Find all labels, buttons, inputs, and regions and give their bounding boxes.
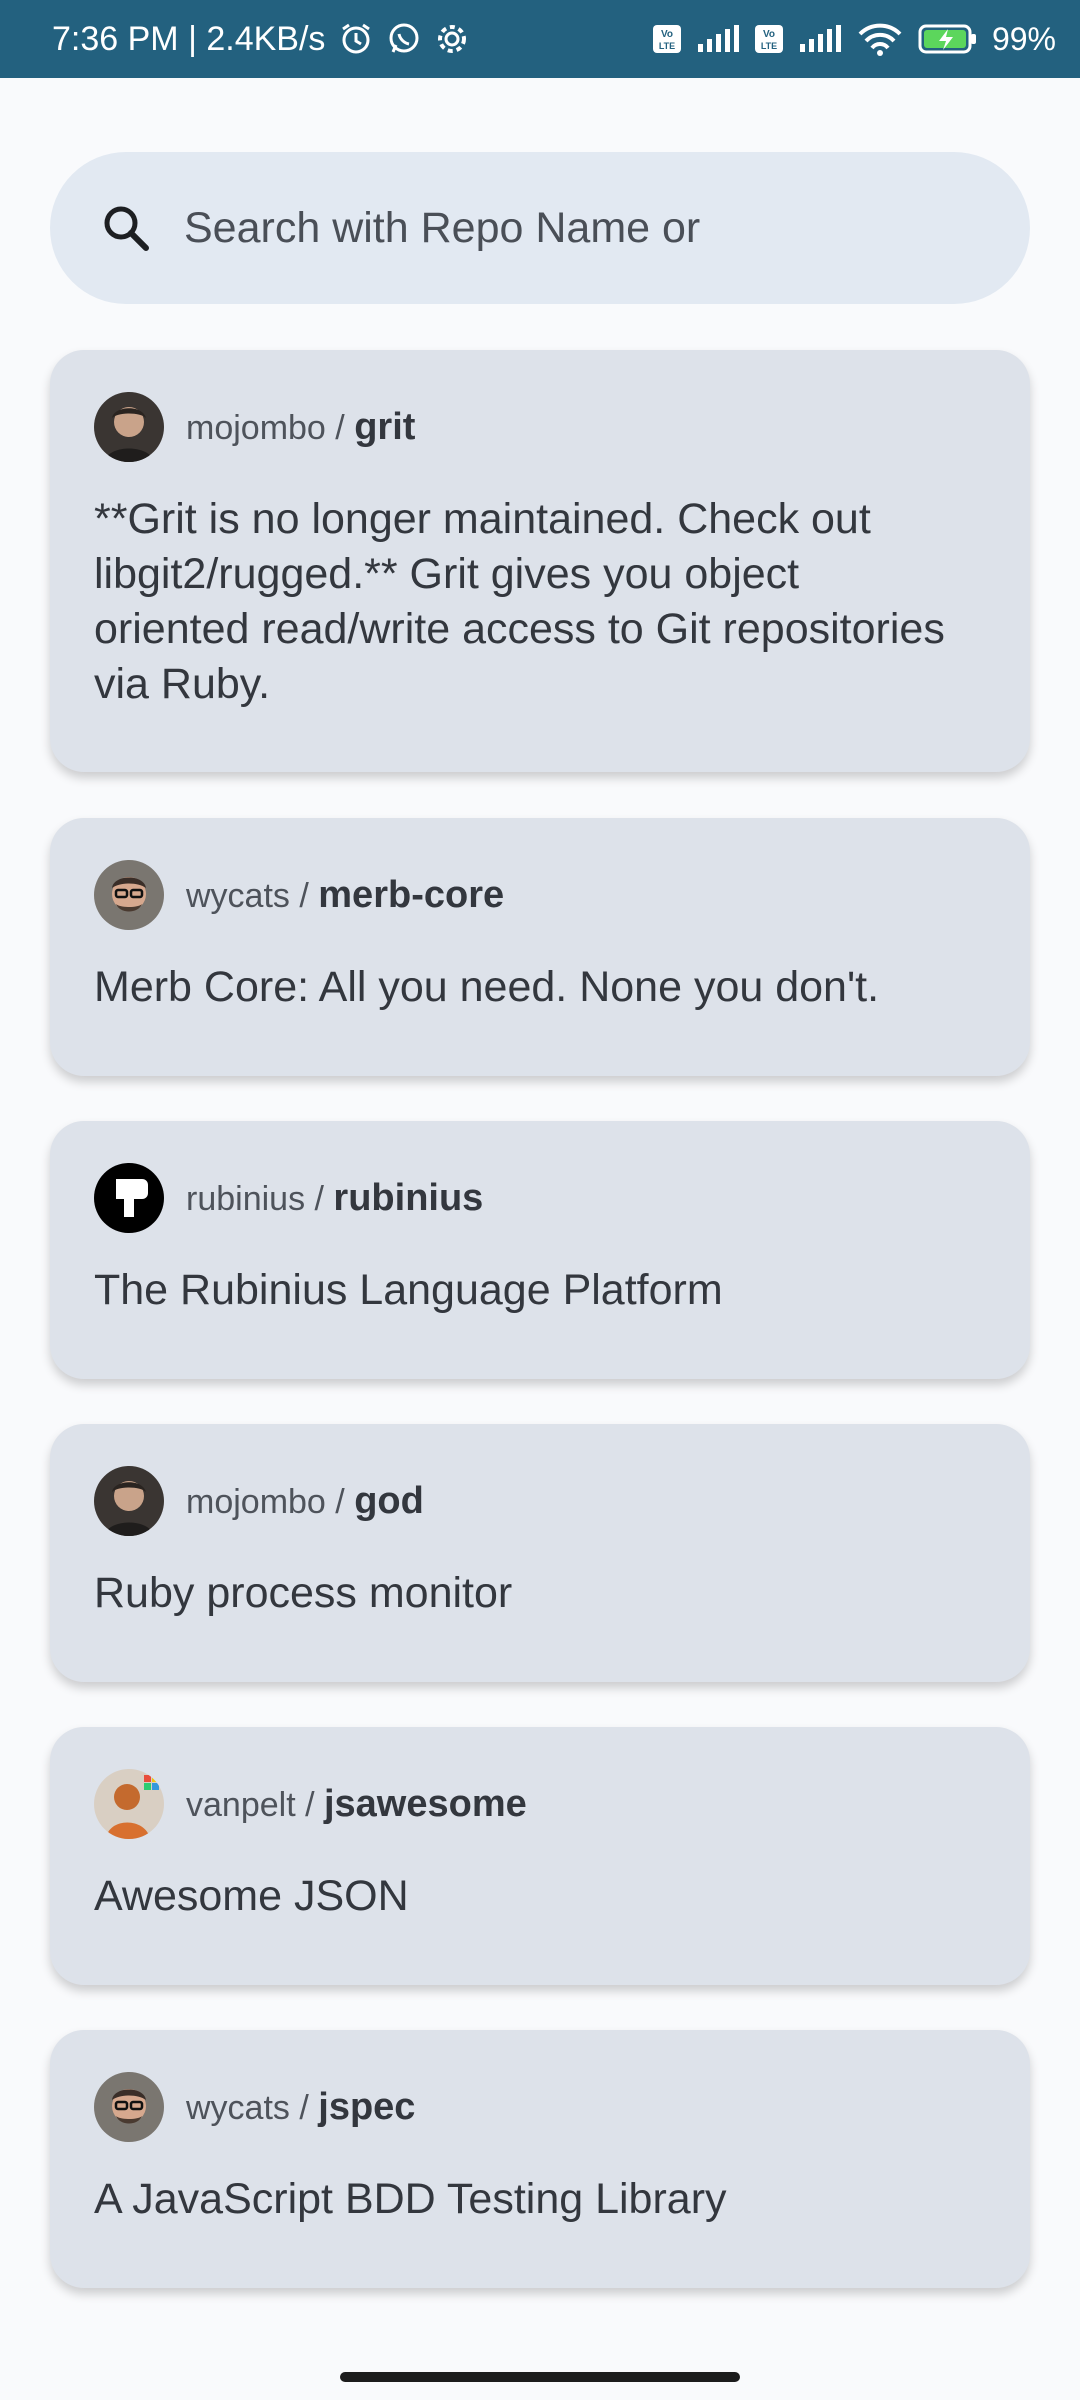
repo-card[interactable]: wycats / merb-core Merb Core: All you ne… — [50, 818, 1030, 1076]
repo-name: jspec — [318, 2085, 416, 2128]
avatar — [94, 2072, 164, 2142]
status-time-speed: 7:36 PM | 2.4KB/s — [52, 19, 326, 58]
repo-owner: rubinius — [186, 1179, 306, 1218]
repo-description: A JavaScript BDD Testing Library — [94, 2175, 727, 2223]
repo-separator: / — [325, 1482, 355, 1521]
repo-name: jsawesome — [323, 1782, 527, 1825]
repo-full-name: mojombo / grit — [186, 406, 415, 449]
status-left: 7:36 PM | 2.4KB/s — [52, 20, 469, 59]
repo-full-name: vanpelt / jsawesome — [186, 1783, 527, 1826]
repo-name: god — [354, 1479, 424, 1522]
svg-text:LTE: LTE — [659, 41, 675, 51]
svg-text:Vo: Vo — [661, 29, 673, 40]
repo-header: wycats / merb-core — [94, 860, 986, 930]
battery-percent: 99% — [991, 20, 1056, 57]
avatar — [94, 860, 164, 930]
repo-name: rubinius — [333, 1176, 484, 1219]
repo-card[interactable]: mojombo / grit **Grit is no longer maint… — [50, 350, 1030, 772]
repo-full-name: rubinius / rubinius — [186, 1177, 483, 1220]
repo-name: merb-core — [318, 873, 505, 916]
repo-separator: / — [325, 408, 355, 447]
repo-card[interactable]: mojombo / god Ruby process monitor — [50, 1424, 1030, 1682]
svg-text:Vo: Vo — [763, 29, 775, 40]
repo-full-name: mojombo / god — [186, 1480, 424, 1523]
signal-icon — [798, 24, 842, 54]
volte-icon: Vo LTE — [652, 24, 682, 54]
search-bar[interactable] — [50, 152, 1030, 304]
repo-header: mojombo / grit — [94, 392, 986, 462]
status-bar: 7:36 PM | 2.4KB/s Vo LTE Vo LTE 99% — [0, 0, 1080, 78]
repo-description: Merb Core: All you need. None you don't. — [94, 963, 880, 1011]
signal-icon — [696, 24, 740, 54]
home-indicator[interactable] — [340, 2372, 740, 2382]
settings-icon — [435, 22, 469, 56]
volte-icon: Vo LTE — [754, 24, 784, 54]
repo-owner: mojombo — [186, 408, 326, 447]
repo-description: The Rubinius Language Platform — [94, 1266, 723, 1314]
search-icon[interactable] — [98, 200, 154, 256]
repo-description: Awesome JSON — [94, 1872, 409, 1920]
search-input[interactable] — [182, 202, 946, 254]
repo-full-name: wycats / jspec — [186, 2086, 415, 2129]
repo-description: Ruby process monitor — [94, 1569, 513, 1617]
repo-separator: / — [295, 1785, 324, 1824]
repo-owner: wycats — [186, 876, 290, 915]
repo-header: rubinius / rubinius — [94, 1163, 986, 1233]
repo-card[interactable]: rubinius / rubinius The Rubinius Languag… — [50, 1121, 1030, 1379]
status-right: Vo LTE Vo LTE 99% — [652, 21, 1056, 58]
avatar — [94, 1769, 164, 1839]
repo-separator: / — [305, 1179, 334, 1218]
avatar — [94, 392, 164, 462]
repo-name: grit — [354, 405, 416, 448]
repo-separator: / — [289, 876, 319, 915]
repo-full-name: wycats / merb-core — [186, 874, 504, 917]
repo-description: **Grit is no longer maintained. Check ou… — [94, 495, 945, 708]
repo-owner: wycats — [186, 2088, 290, 2127]
whatsapp-icon — [387, 22, 421, 56]
avatar — [94, 1466, 164, 1536]
avatar — [94, 1163, 164, 1233]
repo-header: mojombo / god — [94, 1466, 986, 1536]
repo-header: vanpelt / jsawesome — [94, 1769, 986, 1839]
battery-charging-icon — [918, 23, 978, 55]
repo-separator: / — [289, 2088, 319, 2127]
svg-text:LTE: LTE — [761, 41, 777, 51]
repo-owner: vanpelt — [186, 1785, 296, 1824]
alarm-icon — [339, 22, 373, 56]
repo-owner: mojombo — [186, 1482, 326, 1521]
repo-header: wycats / jspec — [94, 2072, 986, 2142]
repo-card[interactable]: wycats / jspec A JavaScript BDD Testing … — [50, 2030, 1030, 2288]
wifi-icon — [856, 22, 904, 56]
repo-card[interactable]: vanpelt / jsawesome Awesome JSON — [50, 1727, 1030, 1985]
